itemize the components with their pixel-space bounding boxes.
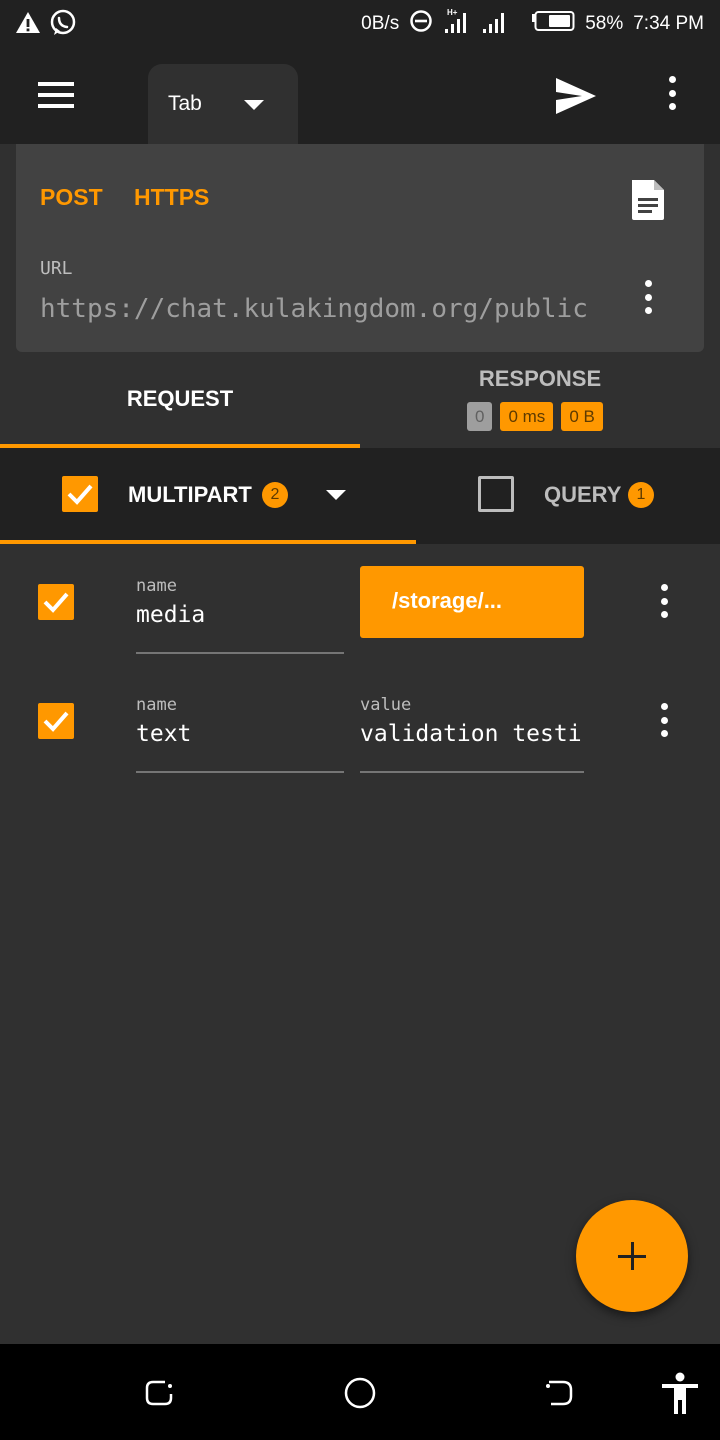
tab-selector[interactable]: Tab — [148, 64, 298, 144]
signal-icon: H+ — [443, 7, 521, 41]
accessibility-icon[interactable] — [660, 1372, 700, 1416]
query-checkbox[interactable] — [478, 476, 514, 512]
url-card: POST HTTPS URL https://chat.kulakingdom.… — [16, 144, 704, 352]
param-name-caption: name — [136, 695, 177, 715]
add-param-button[interactable] — [576, 1200, 688, 1312]
param-name-value: text — [136, 721, 192, 747]
tab-query[interactable]: QUERY — [544, 482, 621, 508]
param-more-vert-icon[interactable] — [652, 584, 676, 624]
send-icon[interactable] — [552, 74, 600, 118]
caret-down-icon[interactable] — [326, 490, 346, 500]
recents-icon[interactable] — [143, 1376, 177, 1410]
param-name-caption: name — [136, 576, 177, 596]
param-name-value: media — [136, 602, 206, 628]
url-input[interactable]: https://chat.kulakingdom.org/public — [40, 294, 600, 330]
multipart-checkbox[interactable] — [62, 476, 98, 512]
tab-response[interactable]: RESPONSE 0 0 ms 0 B — [360, 352, 720, 448]
url-more-vert-icon[interactable] — [636, 280, 660, 320]
body-tabs: MULTIPART 2 QUERY 1 — [0, 448, 720, 544]
whatsapp-icon — [48, 8, 78, 43]
caret-down-icon — [244, 100, 264, 110]
app-bar: Tab — [0, 48, 720, 144]
back-icon[interactable] — [543, 1376, 577, 1410]
method-selector[interactable]: POST — [40, 184, 103, 211]
param-checkbox[interactable] — [38, 703, 74, 739]
multipart-count-badge: 2 — [262, 482, 288, 508]
file-picker-button[interactable]: /storage/... — [360, 566, 584, 638]
scheme-selector[interactable]: HTTPS — [134, 184, 209, 211]
tab-multipart[interactable]: MULTIPART — [128, 482, 252, 508]
tab-response-label: RESPONSE — [478, 366, 602, 391]
menu-icon[interactable] — [36, 82, 76, 112]
dnd-icon — [409, 9, 433, 39]
tab-label: Tab — [168, 92, 202, 115]
param-more-vert-icon[interactable] — [652, 703, 676, 743]
battery-icon — [531, 10, 575, 38]
url-label: URL — [40, 258, 73, 279]
main-tabs: REQUEST RESPONSE 0 0 ms 0 B — [0, 352, 720, 448]
file-path-label: /storage/... — [392, 588, 503, 613]
param-value-value: validation testi — [360, 721, 582, 747]
param-value-caption: value — [360, 695, 412, 715]
query-count-badge: 1 — [628, 482, 654, 508]
more-vert-icon[interactable] — [660, 76, 684, 116]
param-name-field[interactable]: name text — [136, 685, 344, 773]
navigation-bar — [0, 1344, 720, 1440]
home-icon[interactable] — [343, 1376, 377, 1410]
param-row: name media /storage/... — [0, 544, 720, 654]
document-icon[interactable] — [628, 178, 668, 222]
param-row: name text value validation testi — [0, 663, 720, 773]
size-badge: 0 B — [561, 402, 603, 431]
tab-request[interactable]: REQUEST — [0, 352, 360, 448]
clock: 7:34 PM — [633, 13, 704, 34]
tab-request-label: REQUEST — [126, 386, 234, 411]
screen: 0B/s H+ 58% 7:34 PM Tab POST HTTPS URL h… — [0, 0, 720, 1440]
time-badge: 0 ms — [500, 402, 554, 431]
net-speed: 0B/s — [361, 13, 400, 34]
warning-icon — [14, 9, 42, 42]
param-checkbox[interactable] — [38, 584, 74, 620]
param-value-field[interactable]: value validation testi — [360, 685, 584, 773]
status-bar: 0B/s H+ 58% 7:34 PM — [0, 0, 720, 48]
status-code-badge: 0 — [467, 402, 493, 431]
param-name-field[interactable]: name media — [136, 566, 344, 654]
battery-percent: 58% — [585, 13, 624, 34]
svg-text:H+: H+ — [447, 8, 458, 17]
